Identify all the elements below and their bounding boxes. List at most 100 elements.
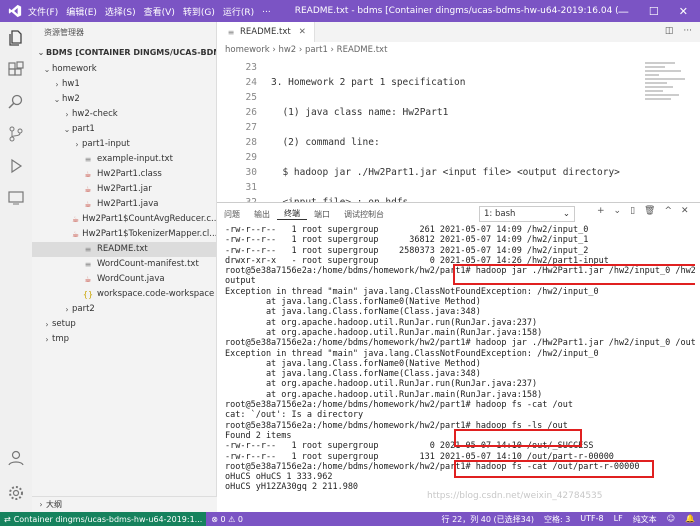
terminal-output[interactable]: -rw-r--r-- 1 root supergroup 261 2021-05…	[225, 225, 695, 513]
encoding[interactable]: UTF-8	[575, 514, 608, 525]
extensions-icon[interactable]	[0, 54, 32, 86]
search-icon[interactable]	[0, 86, 32, 118]
text-file-icon: ≡	[227, 27, 235, 37]
feedback-icon[interactable]: ☺	[662, 514, 680, 525]
run-debug-icon[interactable]	[0, 150, 32, 182]
remote-indicator[interactable]: ⇄ Container dingms/ucas-bdms-hw-u64-2019…	[0, 512, 207, 526]
menu-item[interactable]: 文件(F)	[28, 5, 58, 18]
end-of-line[interactable]: LF	[609, 514, 628, 525]
code-line: 32 <input file> : on hdfs	[217, 195, 637, 202]
indentation[interactable]: 空格: 3	[539, 514, 575, 525]
terminal-dropdown-icon[interactable]: ⌄	[614, 206, 622, 216]
more-actions-icon[interactable]: ···	[683, 26, 692, 36]
explorer-header: 资源管理器	[44, 28, 84, 37]
code-line: 28 (2) command line:	[217, 135, 637, 150]
terminal-line: root@5e38a7156e2a:/home/bdms/homework/hw…	[225, 338, 695, 349]
file-tree-label: homework	[52, 64, 97, 74]
file-tree-item[interactable]: ⌄ hw2	[32, 92, 216, 107]
menu-item[interactable]: 转到(G)	[183, 5, 215, 18]
minimap[interactable]	[645, 60, 689, 130]
file-tree-item[interactable]: ☕ WordCount.java	[32, 272, 216, 287]
chevron-down-icon: ⌄	[562, 209, 570, 219]
close-tab-icon[interactable]: ✕	[299, 27, 306, 37]
line-number: 32	[217, 195, 271, 202]
cursor-position[interactable]: 行 22，列 40 (已选择34)	[437, 514, 539, 525]
split-editor-icon[interactable]: ◫	[665, 26, 674, 36]
trash-icon[interactable]: 🗑	[644, 206, 655, 216]
terminal-line: cat: `/out': Is a directory	[225, 410, 364, 421]
file-tree-item[interactable]: › hw2-check	[32, 107, 216, 122]
terminal-line: -rw-r--r-- 1 root supergroup 261 2021-05…	[225, 225, 589, 235]
tab-readme[interactable]: ≡ README.txt ✕	[217, 22, 315, 42]
breadcrumb[interactable]: homework › hw2 › part1 › README.txt	[217, 42, 700, 58]
java-file-icon: ☕	[72, 230, 80, 239]
source-control-icon[interactable]	[0, 118, 32, 150]
language-mode[interactable]: 纯文本	[628, 514, 662, 525]
chevron-right-icon: ›	[45, 335, 49, 344]
file-tree-label: setup	[52, 319, 76, 329]
close-window-icon[interactable]: ✕	[679, 5, 688, 18]
file-tree-item[interactable]: ≡ WordCount-manifest.txt	[32, 257, 216, 272]
file-tree-item[interactable]: ≡ example-input.txt	[32, 152, 216, 167]
menu-item[interactable]: 运行(R)	[223, 5, 254, 18]
maximize-panel-icon[interactable]: ^	[664, 206, 672, 216]
file-tree-item[interactable]: ☕ Hw2Part1$CountAvgReducer.c...	[32, 212, 216, 227]
menu-bar: 文件(F) 编辑(E) 选择(S) 查看(V) 转到(G) 运行(R)...	[28, 5, 271, 18]
split-terminal-icon[interactable]: ▯	[630, 206, 635, 216]
line-text: <input file> : on hdfs	[271, 195, 408, 202]
close-panel-icon[interactable]: ✕	[681, 206, 689, 216]
file-tree-item[interactable]: › part2	[32, 302, 216, 317]
terminal-line: at org.apache.hadoop.util.RunJar.main(Ru…	[225, 327, 543, 338]
file-tree-item[interactable]: ⌄ homework	[32, 62, 216, 77]
terminal-line: at java.lang.Class.forName(Class.java:34…	[225, 369, 481, 380]
panel-tab[interactable]: 输出	[247, 209, 277, 220]
problems-indicator[interactable]: ⊗ 0 ⚠ 0	[206, 515, 248, 524]
file-tree-item[interactable]: › part1-input	[32, 137, 216, 152]
new-terminal-icon[interactable]: +	[597, 206, 605, 216]
panel-tab[interactable]: 端口	[307, 209, 337, 220]
line-text: (1) java class name: Hw2Part1	[271, 107, 449, 118]
remote-explorer-icon[interactable]	[0, 182, 32, 214]
file-tree-label: README.txt	[97, 244, 148, 254]
java-file-icon: ☕	[84, 170, 92, 179]
panel-tab[interactable]: 问题	[217, 209, 247, 220]
code-view[interactable]: 23 24 3. Homework 2 part 1 specification 25…	[217, 60, 637, 202]
code-line: 23	[217, 60, 637, 75]
panel-tab[interactable]: 终端	[277, 208, 307, 220]
file-tree-item[interactable]: › tmp	[32, 332, 216, 347]
file-tree-label: Hw2Part1.java	[97, 199, 159, 209]
file-tree-item[interactable]: ≡ README.txt	[32, 242, 216, 257]
file-tree-item[interactable]: › hw1	[32, 77, 216, 92]
menu-item[interactable]: 编辑(E)	[66, 5, 97, 18]
java-file-icon: ☕	[72, 215, 80, 224]
settings-gear-icon[interactable]	[0, 477, 32, 509]
menu-item[interactable]: 选择(S)	[105, 5, 136, 18]
minimize-icon[interactable]: —	[618, 5, 629, 18]
terminal-line: at java.lang.Class.forName(Class.java:34…	[225, 307, 481, 318]
file-tree-label: Hw2Part1.class	[97, 169, 162, 179]
menu-item[interactable]: ...	[262, 5, 271, 18]
panel-tab[interactable]: 调试控制台	[337, 209, 391, 220]
file-tree-item[interactable]: ☕ Hw2Part1.jar	[32, 182, 216, 197]
status-bar: ⇄ Container dingms/ucas-bdms-hw-u64-2019…	[0, 512, 700, 526]
remote-label: Container dingms/ucas-bdms-hw-u64-2019:1…	[13, 514, 203, 524]
file-tree-item[interactable]: ☕ Hw2Part1.java	[32, 197, 216, 212]
account-icon[interactable]	[0, 442, 32, 474]
file-tree-item[interactable]: › setup	[32, 317, 216, 332]
file-tree-item[interactable]: ⌄ part1	[32, 122, 216, 137]
menu-item[interactable]: 查看(V)	[144, 5, 175, 18]
notifications-bell-icon[interactable]: 🔔	[680, 514, 700, 525]
workspace-section-header[interactable]: ⌄BDMS [CONTAINER DINGMS/UCAS-BDMS-H...	[32, 44, 216, 62]
outline-section-header[interactable]: › 大纲	[32, 496, 220, 513]
tab-label: README.txt	[240, 27, 291, 37]
file-tree-label: hw1	[62, 79, 80, 89]
file-tree-item[interactable]: ☕ Hw2Part1$TokenizerMapper.cl...	[32, 227, 216, 242]
file-tree-label: hw2	[62, 94, 80, 104]
explorer-icon[interactable]	[0, 22, 32, 54]
chevron-right-icon: ›	[65, 305, 69, 314]
file-tree-item[interactable]: ☕ Hw2Part1.class	[32, 167, 216, 182]
terminal-shell-select[interactable]: 1: bash ⌄	[479, 206, 575, 222]
maximize-icon[interactable]: ☐	[649, 5, 659, 18]
file-tree-label: part1	[72, 124, 95, 134]
file-tree-item[interactable]: {} workspace.code-workspace	[32, 287, 216, 302]
